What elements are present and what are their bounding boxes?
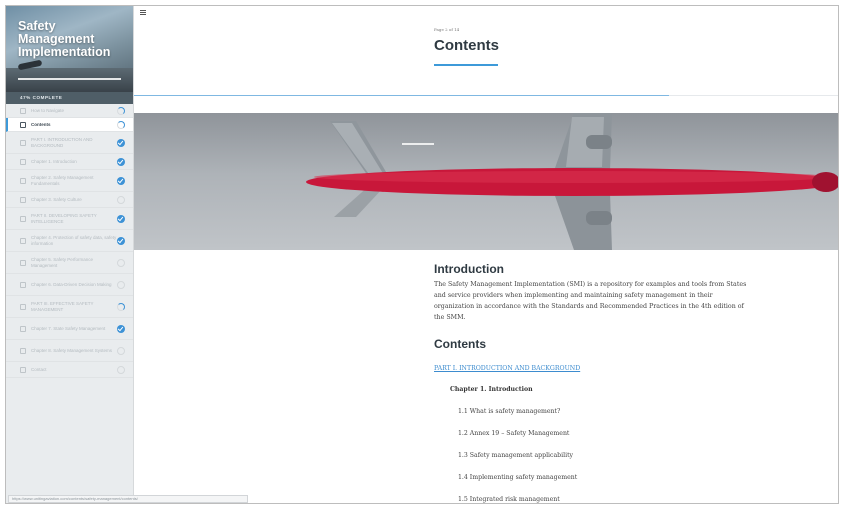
page-icon <box>20 121 26 128</box>
sidebar-nav-item[interactable]: Chapter 7. State Safety Management <box>6 318 133 340</box>
sidebar-nav-label: Chapter 8. Safety Management Systems <box>31 347 113 353</box>
empty-circle-icon <box>117 258 125 267</box>
empty-circle-icon <box>117 365 125 374</box>
sidebar-nav-label: Chapter 7. State Safety Management <box>31 325 106 331</box>
sidebar-nav-label: Contact <box>31 366 47 372</box>
status-url-bar: https://www.unitingaviation.com/contents… <box>8 495 248 503</box>
check-circle-icon <box>117 324 125 333</box>
chapter-1-sections: 1.1 What is safety management? 1.2 Annex… <box>458 408 754 503</box>
sidebar-nav: How to Navigate Contents PART I. INTRODUCT… <box>6 104 133 378</box>
sidebar-nav-label: PART III. EFFECTIVE SAFETY MANAGEMENT <box>31 300 94 312</box>
completion-label: 47% COMPLETE <box>6 92 133 104</box>
sidebar-nav-label: Chapter 2. Safety Management Fundamental… <box>31 174 94 186</box>
sidebar-nav-item[interactable]: Chapter 6. Data-Driven Decision Making <box>6 274 133 296</box>
page-icon <box>20 366 26 373</box>
sidebar-nav-item[interactable]: Contents <box>6 118 133 132</box>
page-icon <box>20 347 26 354</box>
page-icon <box>20 325 26 332</box>
completion-bar <box>18 78 121 80</box>
page-icon <box>20 107 26 114</box>
sidebar-nav-label: PART II. DEVELOPING SAFETY INTELLIGENCE <box>31 212 97 224</box>
sidebar-nav-item[interactable]: PART II. DEVELOPING SAFETY INTELLIGENCE <box>6 208 133 230</box>
page-icon <box>20 177 26 184</box>
book-title[interactable]: Safety Management Implementation <box>18 20 110 59</box>
sidebar-nav-item[interactable]: Chapter 4. Protection of safety data, sa… <box>6 230 133 252</box>
check-circle-icon <box>117 176 125 185</box>
main-content: Page 2 of 14 Contents Introduction The S… <box>134 6 838 503</box>
airplane-image <box>306 113 838 250</box>
sidebar-nav-item[interactable]: How to Navigate <box>6 104 133 118</box>
partial-progress-icon <box>117 106 125 115</box>
banner-image <box>134 113 838 250</box>
page-icon <box>20 259 26 266</box>
sidebar-nav-label: Chapter 5. Safety Performance Management <box>31 256 94 268</box>
page-icon <box>20 196 26 203</box>
sidebar-nav-item[interactable]: Chapter 5. Safety Performance Management <box>6 252 133 274</box>
intro-heading: Introduction <box>434 262 504 276</box>
hamburger-menu-icon[interactable] <box>140 10 146 15</box>
sidebar-nav-label: Chapter 3. Safety Culture <box>31 196 82 202</box>
hero-ground <box>6 68 133 92</box>
section-item[interactable]: 1.5 Integrated risk management <box>458 496 754 503</box>
page-header: Page 2 of 14 Contents <box>134 6 838 96</box>
sidebar-nav-item[interactable]: PART III. EFFECTIVE SAFETY MANAGEMENT <box>6 296 133 318</box>
check-circle-icon <box>117 236 125 245</box>
sidebar-nav-label: Chapter 4. Protection of safety data, sa… <box>31 234 117 246</box>
page-icon <box>20 237 26 244</box>
sidebar-nav-item[interactable]: Chapter 8. Safety Management Systems <box>6 340 133 362</box>
check-circle-icon <box>117 138 125 147</box>
book-title-line-3: Implementation <box>18 45 111 59</box>
page-number: Page 2 of 14 <box>434 27 460 32</box>
section-item[interactable]: 1.4 Implementing safety management <box>458 474 754 481</box>
page-icon <box>20 281 26 288</box>
sidebar: Safety Management Implementation 47% COM… <box>6 6 134 503</box>
sidebar-hero: Safety Management Implementation <box>6 6 133 92</box>
contents-heading: Contents <box>434 337 486 351</box>
page-icon <box>20 158 26 165</box>
reading-progress-fill <box>134 95 670 96</box>
page-title: Contents <box>434 37 499 54</box>
sidebar-nav-item[interactable]: Chapter 3. Safety Culture <box>6 192 133 208</box>
page-icon <box>20 303 26 310</box>
sidebar-nav-label: Contents <box>31 121 51 127</box>
partial-progress-icon <box>117 302 125 311</box>
check-circle-icon <box>117 157 125 166</box>
sidebar-nav-label: Chapter 1. Introduction <box>31 158 77 164</box>
page-icon <box>20 139 26 146</box>
empty-circle-icon <box>117 195 125 204</box>
sidebar-nav-item[interactable]: PART I. INTRODUCTION AND BACKGROUND <box>6 132 133 154</box>
page-body: Introduction The Safety Management Imple… <box>434 262 754 503</box>
title-underline <box>434 64 498 66</box>
sidebar-nav-item[interactable]: Chapter 2. Safety Management Fundamental… <box>6 170 133 192</box>
page-icon <box>20 215 26 222</box>
check-circle-icon <box>117 214 125 223</box>
section-item[interactable]: 1.3 Safety management applicability <box>458 452 754 459</box>
sidebar-nav-label: Chapter 6. Data-Driven Decision Making <box>31 281 112 287</box>
section-item[interactable]: 1.2 Annex 19 – Safety Management <box>458 430 754 437</box>
partial-progress-icon <box>117 120 125 129</box>
part-1-link[interactable]: PART I. INTRODUCTION AND BACKGROUND <box>434 365 754 372</box>
sidebar-nav-item[interactable]: Contact <box>6 362 133 378</box>
intro-paragraph: The Safety Management Implementation (SM… <box>434 281 747 321</box>
sidebar-nav-label: How to Navigate <box>31 107 65 113</box>
empty-circle-icon <box>117 280 125 289</box>
sidebar-nav-item[interactable]: Chapter 1. Introduction <box>6 154 133 170</box>
section-item[interactable]: 1.1 What is safety management? <box>458 408 754 415</box>
empty-circle-icon <box>117 346 125 355</box>
chapter-1-title[interactable]: Chapter 1. Introduction <box>450 386 754 393</box>
sidebar-nav-label: PART I. INTRODUCTION AND BACKGROUND <box>31 136 93 148</box>
app-frame: Safety Management Implementation 47% COM… <box>5 5 839 504</box>
